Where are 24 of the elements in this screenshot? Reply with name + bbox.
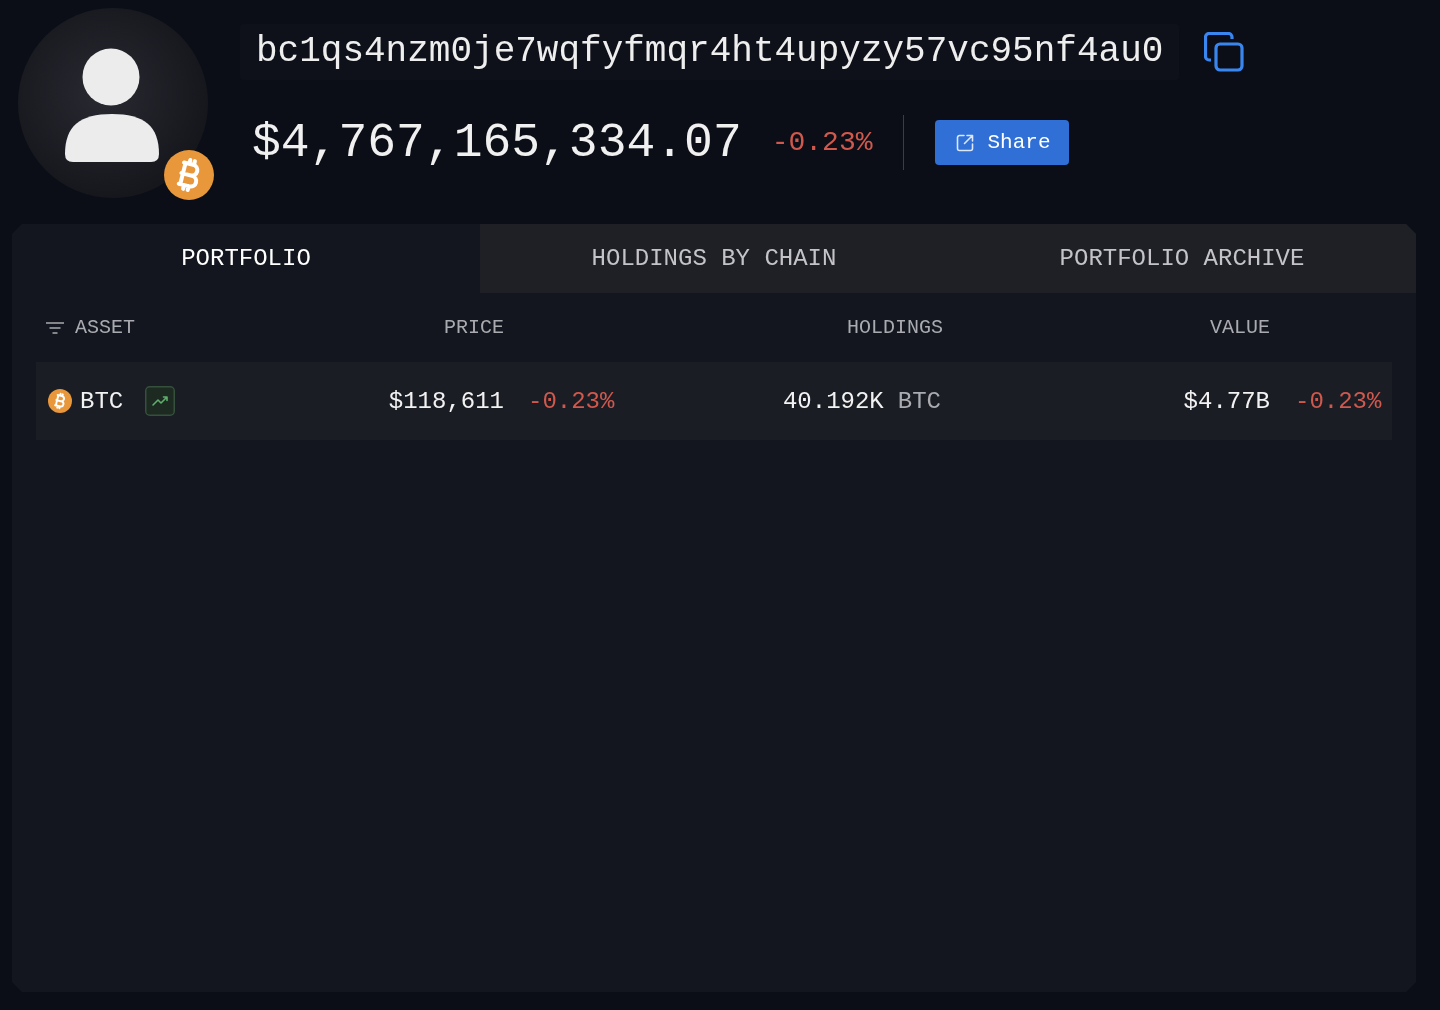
trend-chart-icon[interactable] [145,386,176,416]
total-value: $4,767,165,334.07 [252,115,742,170]
tab[interactable]: HOLDINGS BY CHAIN [480,224,948,293]
tab[interactable]: PORTFOLIO [12,224,480,293]
value-cell-text: $4.77B [1182,387,1270,415]
column-header: ASSET [75,316,135,339]
filter-icon[interactable] [46,321,64,334]
column-header: PRICE [443,316,504,339]
value-change: -0.23% [1294,387,1383,415]
bitcoin-badge-icon [164,150,214,200]
external-link-icon [954,132,975,153]
price-change: -0.23% [527,387,614,415]
price-cell-text: $118,611 [387,387,504,415]
bitcoin-icon [48,389,72,413]
share-button[interactable]: Share [934,120,1069,165]
asset-name: BTC [80,387,124,415]
table-row[interactable]: BTC $118,611 -0.23% 40.192K BTC $4.77B -0.23% [36,362,1392,440]
holdings-unit: BTC [897,387,941,415]
column-header: VALUE [1209,316,1270,339]
holdings-amount: 40.192K [782,387,884,415]
column-header: HOLDINGS [846,316,943,339]
tab[interactable]: PORTFOLIO ARCHIVE [948,224,1416,293]
copy-icon[interactable] [1204,32,1245,72]
value-change: -0.23% [771,127,873,158]
